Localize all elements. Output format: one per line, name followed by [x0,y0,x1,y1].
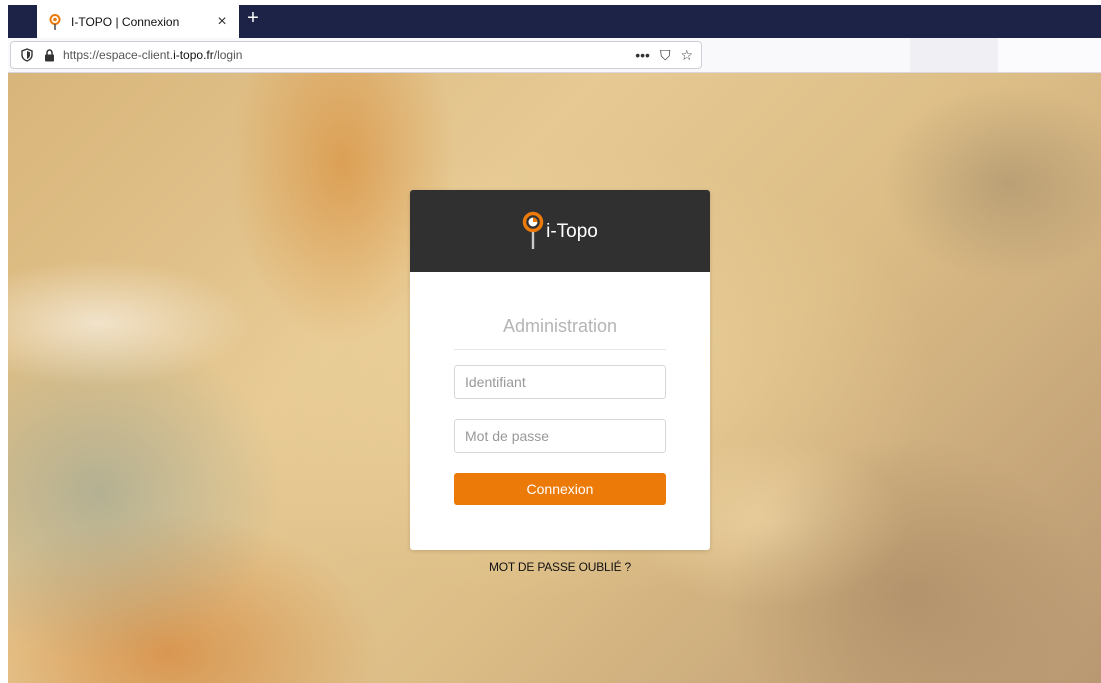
url-text[interactable]: https://espace-client.i-topo.fr/login [63,48,635,62]
login-card: i-Topo Administration Connexion [410,190,710,550]
url-domain: i-topo.fr [173,48,214,62]
url-actions: ••• ⛉ ☆ [635,47,693,64]
tab-bar: I-TOPO | Connexion × + [0,0,1101,38]
login-title: Administration [454,272,666,350]
pocket-icon[interactable]: ⛉ [660,47,671,64]
brand-name: i-Topo [546,221,598,242]
toolbar-space [910,38,998,72]
password-input[interactable] [454,419,666,453]
address-bar[interactable]: https://espace-client.i-topo.fr/login ••… [10,41,702,69]
new-tab-icon[interactable]: + [242,8,264,30]
username-input[interactable] [454,365,666,399]
window-edge [0,38,8,73]
forgot-password-link[interactable]: MOT DE PASSE OUBLIÉ ? [410,560,710,574]
i-topo-logo: i-Topo [522,211,598,251]
bookmark-star-icon[interactable]: ☆ [680,47,693,64]
more-icon[interactable]: ••• [635,47,650,63]
url-path: /login [213,48,243,62]
browser-tab[interactable]: I-TOPO | Connexion × [37,5,239,38]
tab-close-icon[interactable]: × [213,13,231,31]
favicon-pin-icon [47,13,63,30]
login-form: Administration Connexion [410,272,710,505]
window-edge [0,0,8,38]
page-background: i-Topo Administration Connexion MOT DE P… [8,73,1101,683]
url-prefix: https://espace-client. [63,48,174,62]
lock-icon[interactable] [41,47,57,63]
pin-logo-icon [522,211,544,249]
toolbar-space [998,38,1101,72]
login-card-header: i-Topo [410,190,710,272]
tab-title: I-TOPO | Connexion [71,14,180,29]
navigation-bar: https://espace-client.i-topo.fr/login ••… [0,38,1101,73]
login-button[interactable]: Connexion [454,473,666,505]
site-info-icon[interactable] [19,47,35,63]
